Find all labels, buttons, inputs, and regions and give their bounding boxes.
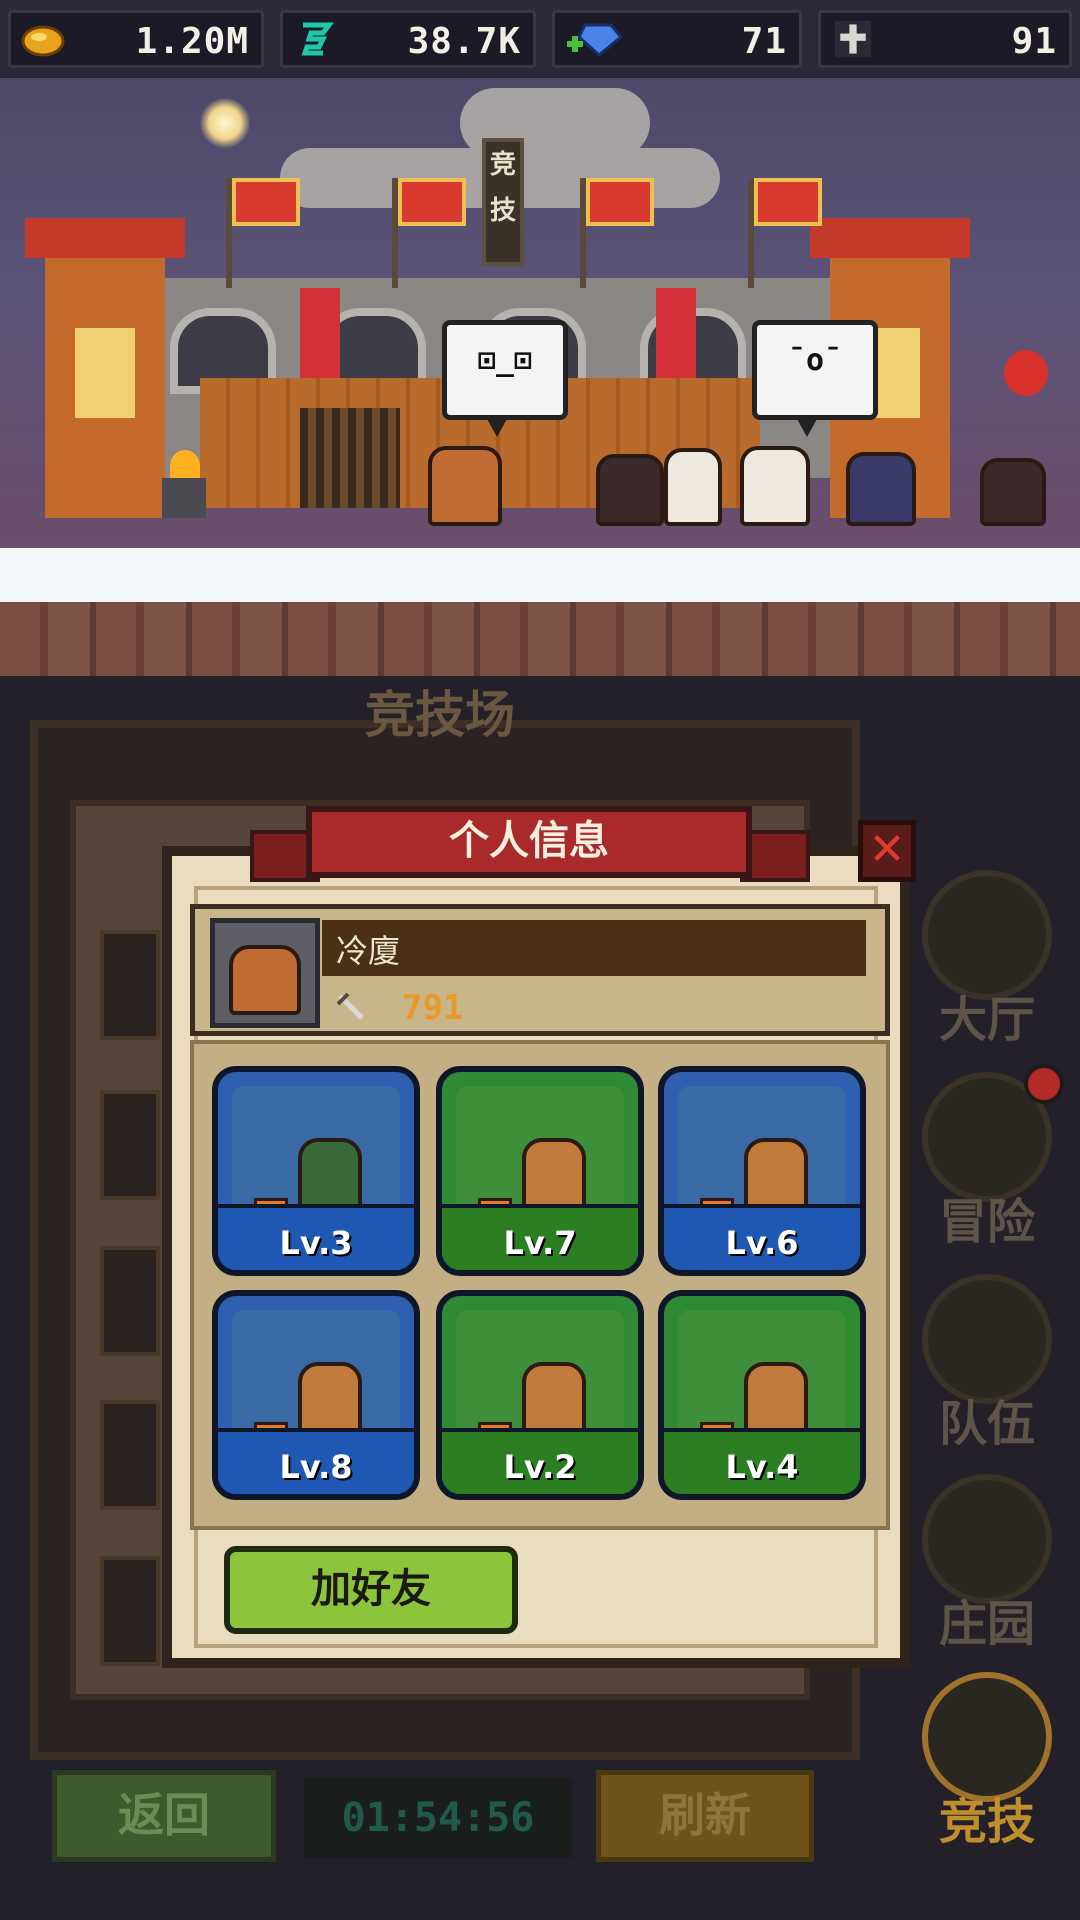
hero-level: Lv.4 [725,1448,799,1486]
player-name: 冷廈 [336,932,401,970]
cross-counter[interactable]: 91 [818,10,1072,68]
hero-card[interactable]: Lv.2 [436,1290,644,1500]
npc-character[interactable] [596,454,664,526]
avatar [210,918,320,1028]
archer-icon [298,1138,362,1210]
club-icon [744,1362,808,1434]
nav-label: 冒险 [938,1194,1035,1250]
hero-level: Lv.7 [503,1224,577,1262]
spear-icon [744,1138,808,1210]
nav-arena[interactable]: 竞技 [912,1672,1062,1852]
hero-level: Lv.8 [279,1448,353,1486]
hero-card[interactable]: Lv.6 [658,1066,866,1276]
npc-character[interactable] [664,448,722,526]
refresh-button[interactable]: 刷新 [596,1770,814,1862]
gold-icon [21,25,65,57]
hero-level: Lv.6 [725,1224,799,1262]
sign-text: 技 [489,196,516,226]
moon [200,98,250,148]
flag [754,178,822,226]
snow-ground [0,548,1080,608]
staff-icon [522,1362,586,1434]
nav-label: 大厅 [938,992,1035,1048]
gold-counter[interactable]: 1.20M [8,10,264,68]
refresh-timer: 01:54:56 [304,1778,572,1858]
add-friend-button[interactable]: 加好友 [224,1546,518,1634]
list-item[interactable] [100,1246,160,1356]
list-item[interactable] [100,1400,160,1510]
arena-title: 竞技场 [365,686,515,744]
hero-card[interactable]: Lv.4 [658,1290,866,1500]
dialog-title: 个人信息 [306,806,752,878]
nav-hall[interactable]: 大厅 [912,870,1062,1050]
notification-dot [1024,1064,1064,1104]
list-item[interactable] [100,930,160,1040]
red-banner [656,288,696,378]
flag [398,178,466,226]
speech-bubble-right: ˉoˉ [752,320,878,437]
list-item[interactable] [100,1090,160,1200]
staff-icon [522,1138,586,1210]
nav-label: 竞技 [938,1794,1035,1850]
player-character[interactable] [428,446,502,526]
lantern [1004,350,1048,396]
hero-card[interactable]: Lv.7 [436,1066,644,1276]
red-banner [300,288,340,378]
gate [300,408,400,508]
arena-signboard: 竞 技 [482,138,524,266]
brazier [162,478,206,518]
cross-value: 91 [1011,21,1057,62]
hero-card[interactable]: Lv.3 [212,1066,420,1276]
flag [586,178,654,226]
nav-team[interactable]: 队伍 [912,1274,1062,1454]
resource-bar: 1.20M 38.7K 71 91 [0,0,1080,78]
nav-label: 庄园 [938,1596,1035,1652]
npc-character[interactable] [740,446,810,526]
player-power: 791 [402,988,464,1028]
gem-icon [567,23,624,57]
hero-card[interactable]: Lv.8 [212,1290,420,1500]
close-icon: ✕ [868,824,906,875]
arena-scene: 竞 技 ⊡_⊡ ˉoˉ [0,78,1080,548]
energy-icon [301,22,334,56]
nav-manor[interactable]: 庄园 [912,1474,1062,1654]
npc-character[interactable] [846,452,916,526]
flag [232,178,300,226]
energy-counter[interactable]: 38.7K [280,10,536,68]
hero-level: Lv.3 [279,1224,353,1262]
bubble-face: ⊡_⊡ [477,343,533,378]
hero-level: Lv.2 [503,1448,577,1486]
nav-label: 队伍 [938,1396,1035,1452]
bubble-face: ˉoˉ [787,343,843,378]
sword-icon [298,1362,362,1434]
gold-value: 1.20M [135,21,249,62]
name-bar [322,920,866,976]
gem-counter[interactable]: 71 [552,10,802,68]
close-button[interactable]: ✕ [858,820,916,882]
sword-icon [336,992,364,1020]
npc-character[interactable] [980,458,1046,526]
cross-icon [834,20,872,58]
pagoda-left [25,218,185,518]
speech-bubble-left: ⊡_⊡ [442,320,568,437]
sign-text: 竞 [489,150,516,180]
energy-value: 38.7K [407,21,521,62]
back-button[interactable]: 返回 [52,1770,276,1862]
list-item[interactable] [100,1556,160,1666]
dirt-ground [0,602,1080,676]
gem-value: 71 [741,21,787,62]
